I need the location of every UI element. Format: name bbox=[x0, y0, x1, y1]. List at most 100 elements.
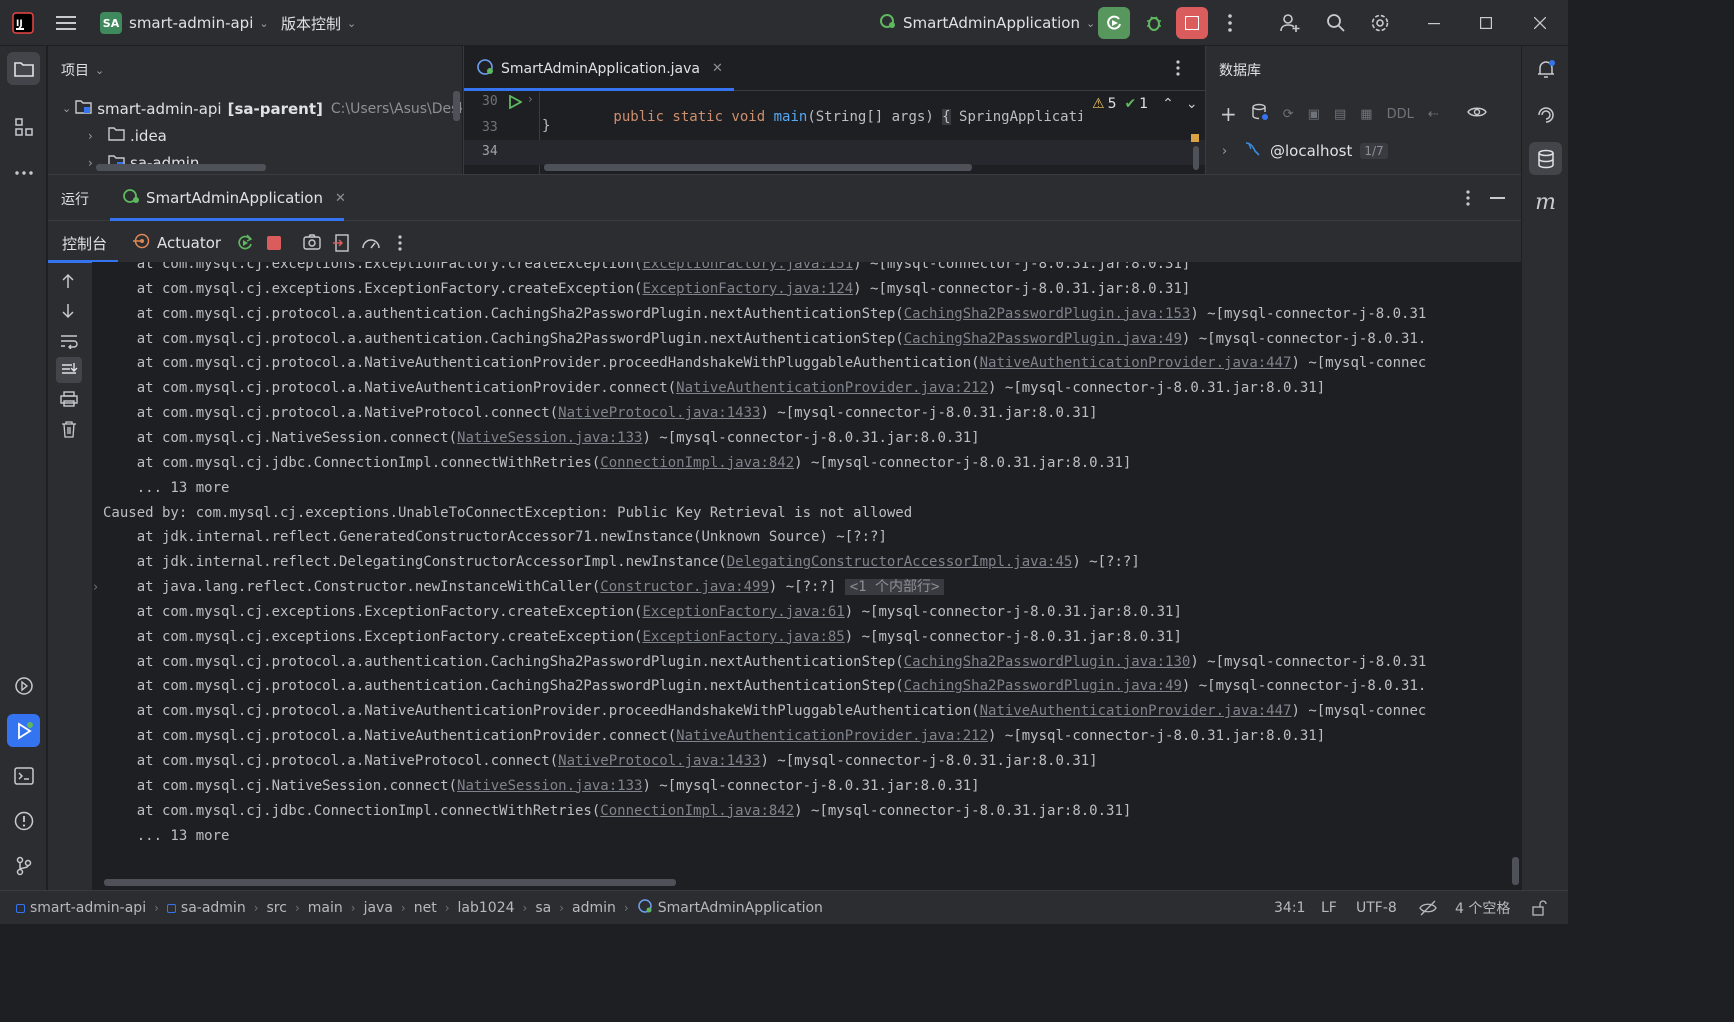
close-window-icon[interactable] bbox=[1524, 7, 1556, 39]
tree-root-row[interactable]: ⌄ smart-admin-api [sa-parent] C:\Users\A… bbox=[62, 99, 462, 118]
view-options-icon[interactable] bbox=[1466, 105, 1487, 123]
datasource-row[interactable]: › @localhost 1/7 bbox=[1222, 140, 1388, 162]
source-link[interactable]: NativeAuthenticationProvider.java:447 bbox=[980, 355, 1292, 371]
breadcrumb-item[interactable]: main bbox=[308, 900, 343, 916]
fold-expand-icon[interactable]: › bbox=[93, 580, 98, 595]
app-logo-icon[interactable]: IJ bbox=[12, 0, 34, 46]
console-output[interactable]: at com.mysql.cj.exceptions.ExceptionFact… bbox=[92, 262, 1521, 890]
chevron-right-icon[interactable]: › bbox=[88, 129, 106, 143]
jump-icon[interactable]: ⇠ bbox=[1428, 107, 1439, 122]
vcs-menu[interactable]: 版本控制 ⌄ bbox=[281, 0, 356, 46]
settings-gear-icon[interactable] bbox=[1364, 7, 1396, 39]
tree-item-idea[interactable]: › .idea bbox=[88, 126, 167, 145]
chevron-up-icon[interactable]: ⌃ bbox=[1162, 96, 1174, 112]
run-tab-title[interactable]: 运行 bbox=[61, 189, 89, 209]
schema-icon[interactable]: ▣ bbox=[1308, 107, 1320, 122]
run-tool-icon[interactable] bbox=[7, 714, 40, 747]
app-run-tab[interactable]: SmartAdminApplication ✕ bbox=[122, 175, 346, 221]
source-link[interactable]: ConnectionImpl.java:842 bbox=[600, 455, 794, 471]
soft-wrap-icon[interactable] bbox=[60, 333, 78, 353]
source-link[interactable]: CachingSha2PasswordPlugin.java:153 bbox=[904, 306, 1191, 322]
project-switcher[interactable]: SA smart-admin-api ⌄ bbox=[100, 0, 269, 46]
source-link[interactable]: NativeAuthenticationProvider.java:447 bbox=[980, 703, 1292, 719]
horizontal-scrollbar[interactable] bbox=[96, 164, 266, 171]
breadcrumb-item[interactable]: src bbox=[267, 900, 287, 916]
project-panel-header[interactable]: 项目 ⌄ bbox=[61, 60, 104, 80]
add-user-icon[interactable] bbox=[1274, 7, 1306, 39]
source-link[interactable]: NativeSession.java:133 bbox=[457, 778, 642, 794]
refresh-icon[interactable]: ⟳ bbox=[1283, 107, 1294, 122]
vertical-scrollbar[interactable] bbox=[1193, 146, 1199, 170]
caret-position[interactable]: 34:1 bbox=[1274, 891, 1305, 925]
maximize-window-icon[interactable] bbox=[1470, 7, 1502, 39]
no-inspections-icon[interactable] bbox=[1419, 891, 1437, 925]
scroll-up-icon[interactable] bbox=[60, 273, 76, 293]
error-stripe-marker[interactable] bbox=[1191, 134, 1199, 142]
breadcrumb-item[interactable]: sa bbox=[535, 900, 551, 916]
minimize-window-icon[interactable] bbox=[1418, 7, 1450, 39]
console-vertical-scrollbar[interactable] bbox=[1512, 857, 1519, 885]
breadcrumb-item[interactable]: java bbox=[364, 900, 393, 916]
chevron-right-icon[interactable]: › bbox=[1222, 144, 1242, 159]
source-link[interactable]: NativeAuthenticationProvider.java:212 bbox=[676, 728, 988, 744]
stop-button[interactable] bbox=[1176, 7, 1208, 39]
clear-trash-icon[interactable] bbox=[61, 421, 77, 442]
chevron-down-icon[interactable]: ⌄ bbox=[62, 102, 71, 115]
more-tool-windows-icon[interactable] bbox=[7, 156, 40, 189]
scroll-down-icon[interactable] bbox=[60, 303, 76, 323]
main-menu-icon[interactable] bbox=[56, 0, 76, 46]
source-link[interactable]: ExceptionFactory.java:61 bbox=[642, 604, 844, 620]
search-icon[interactable] bbox=[1320, 7, 1352, 39]
scroll-to-end-button[interactable] bbox=[56, 357, 82, 383]
notifications-bell-icon[interactable] bbox=[1529, 52, 1562, 85]
source-link[interactable]: ConnectionImpl.java:842 bbox=[600, 803, 794, 819]
rerun-icon[interactable] bbox=[236, 234, 254, 256]
table-icon[interactable]: ▦ bbox=[1360, 107, 1372, 122]
file-encoding[interactable]: UTF-8 bbox=[1356, 891, 1397, 925]
ai-assistant-icon[interactable] bbox=[1529, 98, 1562, 131]
breadcrumb-item[interactable]: admin bbox=[572, 900, 616, 916]
console-tab[interactable]: 控制台 bbox=[62, 233, 107, 254]
debug-icon[interactable] bbox=[1138, 7, 1170, 39]
services-icon[interactable] bbox=[7, 669, 40, 702]
structure-icon[interactable] bbox=[7, 110, 40, 143]
source-link[interactable]: ExceptionFactory.java:124 bbox=[642, 281, 853, 297]
indent-setting[interactable]: 4 个空格 bbox=[1455, 891, 1510, 925]
chevron-down-icon[interactable]: ⌄ bbox=[1186, 96, 1198, 112]
exit-icon[interactable] bbox=[333, 234, 349, 256]
tab-menu-icon[interactable] bbox=[1176, 60, 1180, 80]
rerun-button[interactable] bbox=[1098, 7, 1130, 39]
editor-tab[interactable]: SmartAdminApplication.java ✕ bbox=[476, 46, 723, 91]
source-link[interactable]: CachingSha2PasswordPlugin.java:49 bbox=[904, 331, 1182, 347]
close-tab-icon[interactable]: ✕ bbox=[712, 61, 723, 76]
actuator-tab[interactable]: Actuator bbox=[132, 232, 221, 254]
database-icon[interactable] bbox=[1529, 142, 1562, 175]
horizontal-scrollbar[interactable] bbox=[544, 164, 972, 171]
console-horizontal-scrollbar[interactable] bbox=[104, 879, 676, 886]
source-link[interactable]: CachingSha2PasswordPlugin.java:130 bbox=[904, 654, 1191, 670]
problems-icon[interactable] bbox=[7, 804, 40, 837]
git-branch-icon[interactable] bbox=[7, 849, 40, 882]
source-link[interactable]: NativeProtocol.java:1433 bbox=[558, 753, 760, 769]
maven-icon[interactable]: m bbox=[1529, 186, 1562, 219]
source-link[interactable]: NativeSession.java:133 bbox=[457, 430, 642, 446]
ddl-button[interactable]: DDL bbox=[1387, 107, 1414, 122]
line-ending[interactable]: LF bbox=[1321, 891, 1337, 925]
source-link[interactable]: DelegatingConstructorAccessorImpl.java:4… bbox=[727, 554, 1073, 570]
screenshot-camera-icon[interactable] bbox=[303, 234, 321, 254]
more-actions-icon[interactable] bbox=[1214, 7, 1246, 39]
hide-panel-icon[interactable] bbox=[1490, 197, 1505, 199]
terminal-icon[interactable] bbox=[7, 759, 40, 792]
project-folder-icon[interactable] bbox=[7, 52, 40, 85]
folded-lines-badge[interactable]: <1 个内部行> bbox=[844, 579, 945, 596]
more-actions-icon[interactable] bbox=[398, 235, 402, 255]
source-link[interactable]: ExceptionFactory.java:85 bbox=[642, 629, 844, 645]
source-link[interactable]: NativeAuthenticationProvider.java:212 bbox=[676, 380, 988, 396]
console-icon[interactable]: ▤ bbox=[1334, 107, 1346, 122]
inspection-widget[interactable]: ⚠ 5 ✔ 1 ⌃ ⌄ bbox=[1092, 96, 1198, 112]
source-link[interactable]: CachingSha2PasswordPlugin.java:49 bbox=[904, 678, 1182, 694]
datasource-properties-icon[interactable] bbox=[1251, 103, 1269, 125]
breadcrumb-item[interactable]: sa-admin bbox=[166, 900, 246, 916]
breadcrumb-item[interactable]: SmartAdminApplication bbox=[637, 898, 823, 918]
print-icon[interactable] bbox=[60, 391, 78, 411]
